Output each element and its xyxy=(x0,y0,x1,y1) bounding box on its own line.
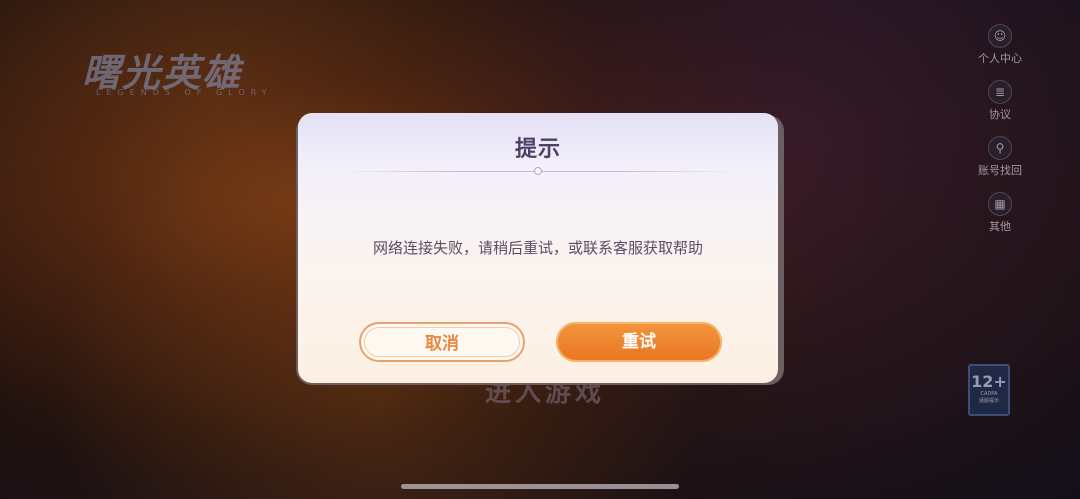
dialog-title: 提示 xyxy=(514,137,561,162)
side-item-label: 协议 xyxy=(989,108,1011,121)
dialog-message: 网络连接失败，请稍后重试，或联系客服获取帮助 xyxy=(372,239,703,257)
cancel-button[interactable]: 取消 xyxy=(359,322,525,362)
age-rating-note: 适龄提示 xyxy=(978,398,999,404)
side-item-account-recovery[interactable]: ⚲ 账号找回 xyxy=(978,136,1022,178)
logo-subtitle: LEGENDS OF GLORY xyxy=(96,88,273,97)
side-item-label: 其他 xyxy=(989,220,1011,233)
age-rating: 12+ xyxy=(971,372,1007,391)
alert-dialog: 提示 网络连接失败，请稍后重试，或联系客服获取帮助 取消 重试 xyxy=(298,113,778,383)
document-icon: ≣ xyxy=(988,80,1012,104)
retry-button[interactable]: 重试 xyxy=(556,322,722,362)
side-item-label: 个人中心 xyxy=(978,52,1022,65)
side-item-label: 账号找回 xyxy=(978,164,1022,177)
home-indicator[interactable] xyxy=(401,484,679,489)
age-rating-badge: 12+ CADPA 适龄提示 xyxy=(968,364,1010,416)
divider-ornament xyxy=(534,167,542,175)
side-item-other[interactable]: ▦ 其他 xyxy=(978,192,1022,234)
account-search-icon: ⚲ xyxy=(988,136,1012,160)
person-icon: ☺ xyxy=(988,24,1012,48)
grid-icon: ▦ xyxy=(988,192,1012,216)
game-logo: 曙光英雄 LEGENDS OF GLORY xyxy=(82,42,312,102)
side-item-profile[interactable]: ☺ 个人中心 xyxy=(978,24,1022,66)
side-item-agreement[interactable]: ≣ 协议 xyxy=(978,80,1022,122)
